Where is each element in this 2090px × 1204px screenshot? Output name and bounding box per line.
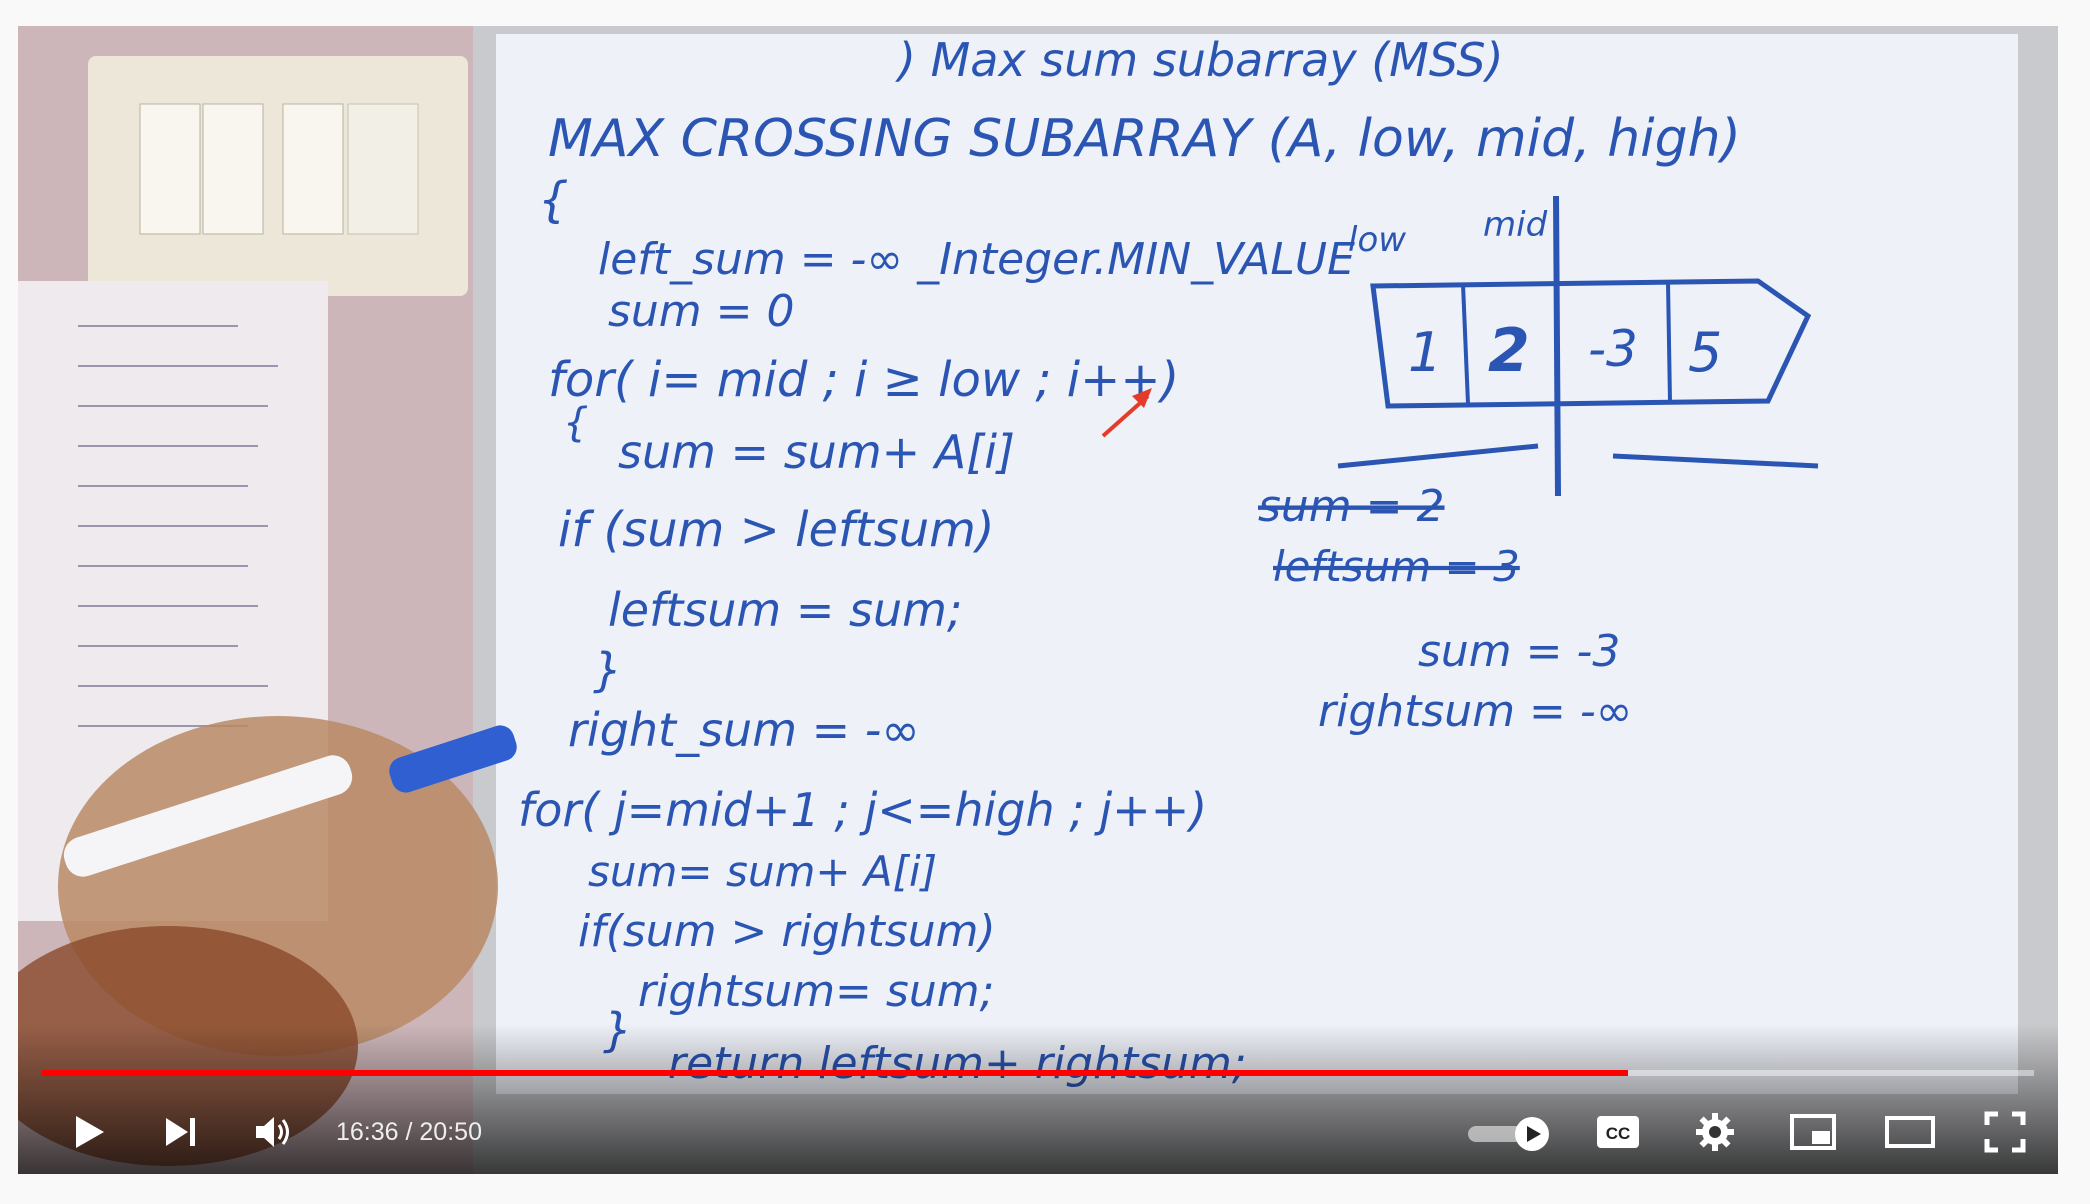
label-mid: mid [1483, 205, 1548, 245]
array-cell-4: 5 [1688, 321, 1722, 384]
code-line-7: if (sum > leftsum) [558, 502, 995, 558]
array-cell-3: -3 [1588, 320, 1638, 378]
next-icon [166, 1118, 195, 1146]
code-line-11: for( j=mid+1 ; j<=high ; j++) [518, 783, 1207, 837]
code-line-14: rightsum= sum; [638, 966, 994, 1017]
mid-divider [1553, 195, 1561, 497]
play-icon [76, 1116, 104, 1148]
volume-button[interactable] [244, 1102, 304, 1162]
svg-text:CC: CC [1606, 1124, 1631, 1143]
code-line-8: leftsum = sum; [608, 583, 962, 637]
time-display: 16:36 / 20:50 [336, 1118, 482, 1147]
progress-played [42, 1070, 1628, 1076]
label-low: low [1348, 220, 1406, 260]
video-player[interactable]: ) Max sum subarray (MSS) MAX CROSSING SU… [18, 26, 2058, 1174]
code-line-12: sum= sum+ A[i] [588, 847, 937, 896]
miniplayer-button[interactable] [1783, 1102, 1843, 1162]
duration: 20:50 [419, 1118, 482, 1146]
function-header: MAX CROSSING SUBARRAY (A, low, mid, high… [548, 109, 1741, 169]
code-line-4: for( i= mid ; i ≥ low ; i++) [548, 352, 1179, 408]
autoplay-toggle[interactable] [1464, 1114, 1554, 1154]
code-line-1: { [538, 172, 569, 228]
time-separator: / [398, 1118, 420, 1146]
array-cell-2: 2 [1488, 316, 1530, 386]
next-button[interactable] [150, 1102, 210, 1162]
code-line-9: } [593, 643, 622, 697]
switch-board [88, 56, 468, 296]
settings-button[interactable] [1685, 1102, 1745, 1162]
note-sum-left: sum = 2 [1258, 481, 1445, 532]
captions-button[interactable]: CC [1588, 1102, 1648, 1162]
current-time: 16:36 [336, 1118, 399, 1146]
code-line-3: sum = 0 [608, 286, 795, 337]
code-line-15: } [603, 1003, 632, 1057]
note-rightsum: rightsum = -∞ [1318, 686, 1632, 737]
progress-bar[interactable] [42, 1070, 2034, 1076]
code-line-16: return leftsum+ rightsum; [668, 1038, 1247, 1089]
code-line-2: left_sum = -∞ _Integer.MIN_VALUE [598, 234, 1355, 285]
video-frame: ) Max sum subarray (MSS) MAX CROSSING SU… [18, 26, 2058, 1174]
code-line-6: sum = sum+ A[i] [618, 425, 1015, 479]
theater-icon [1885, 1116, 1935, 1148]
code-line-13: if(sum > rightsum) [578, 906, 996, 957]
array-cell-1: 1 [1408, 321, 1442, 384]
gear-icon [1696, 1113, 1734, 1151]
cc-icon: CC [1597, 1116, 1639, 1148]
miniplayer-icon [1790, 1114, 1836, 1150]
note-leftsum: leftsum = 3 [1273, 542, 1520, 591]
theater-button[interactable] [1880, 1102, 1940, 1162]
board-heading: ) Max sum subarray (MSS) [895, 33, 1504, 87]
volume-icon [256, 1117, 289, 1147]
autoplay-icon [1468, 1117, 1549, 1151]
fullscreen-button[interactable] [1975, 1102, 2035, 1162]
note-sum-right: sum = -3 [1418, 626, 1620, 677]
code-line-5: { [563, 400, 588, 446]
code-line-10: right_sum = -∞ [568, 703, 920, 757]
play-button[interactable] [58, 1102, 118, 1162]
fullscreen-icon [1984, 1111, 2026, 1153]
controls-bar: 16:36 / 20:50 CC [18, 1094, 2058, 1170]
